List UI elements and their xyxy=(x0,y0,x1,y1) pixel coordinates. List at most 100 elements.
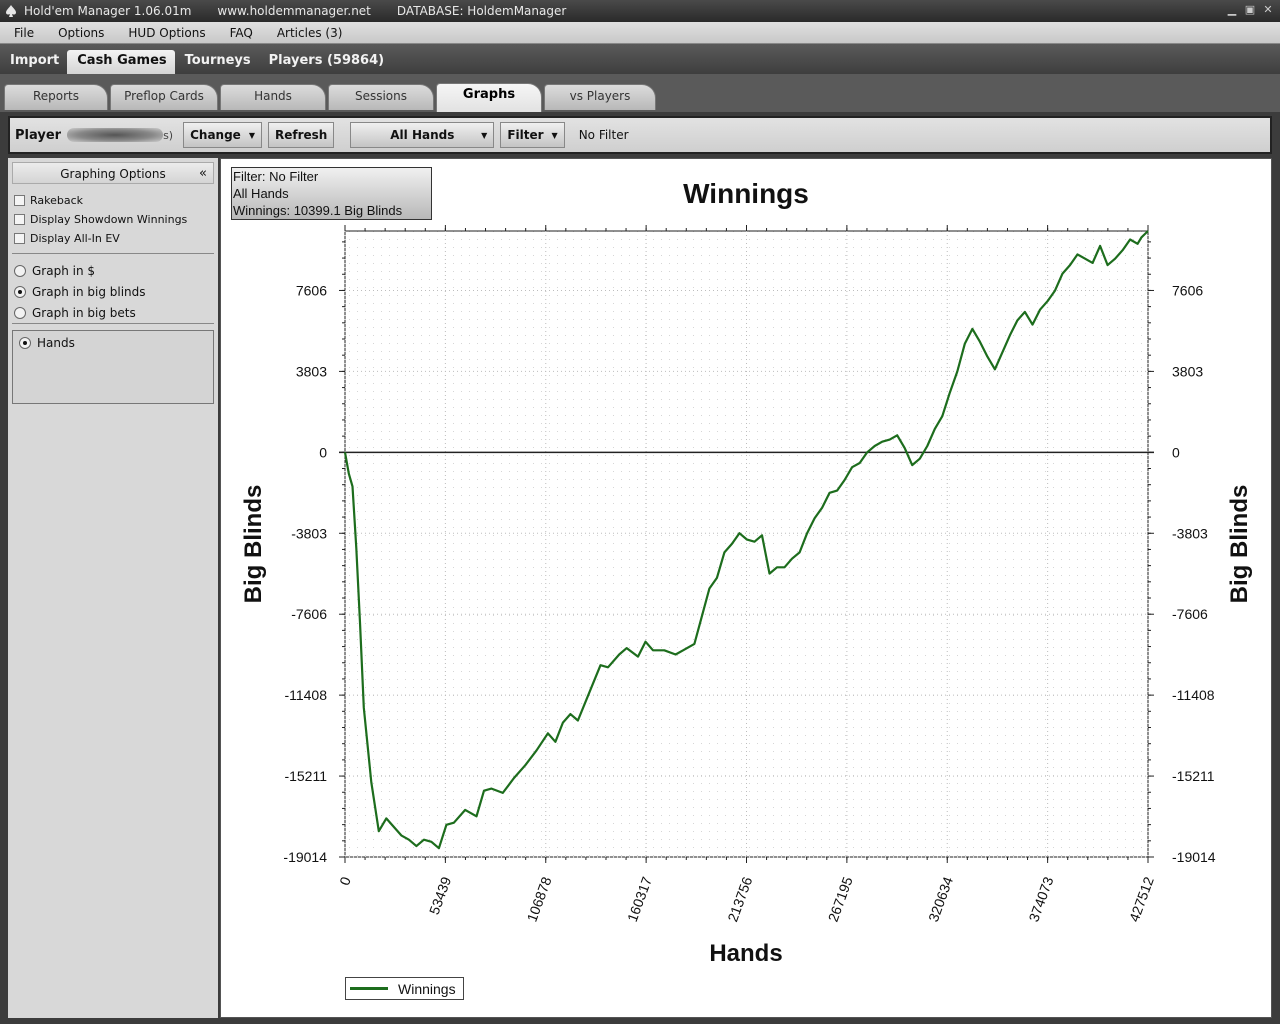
y-axis-label-left: Big Blinds xyxy=(240,485,267,604)
y-tick-label-right: -7606 xyxy=(1172,606,1208,622)
filter-status: No Filter xyxy=(578,128,629,142)
change-player-button[interactable]: Change ▼ xyxy=(183,122,262,148)
winnings-chart: Winnings Hands Big Blinds Big Blinds 760… xyxy=(240,178,1253,967)
y-tick-label-left: 3803 xyxy=(296,363,327,379)
player-name-obscured[interactable] xyxy=(67,128,164,142)
x-tick-label: 267195 xyxy=(825,874,856,924)
y-tick-label-left: 0 xyxy=(319,444,327,460)
database-label: DATABASE: HoldemManager xyxy=(396,4,567,18)
refresh-button-label: Refresh xyxy=(274,128,328,142)
rakeback-checkbox[interactable] xyxy=(14,194,25,206)
sub-tabs: Reports Preflop Cards Hands Sessions Gra… xyxy=(0,74,1280,112)
subtab-vs-players[interactable]: vs Players xyxy=(544,84,656,110)
showdown-winnings-checkbox[interactable] xyxy=(14,213,25,225)
y-tick-label-left: -19014 xyxy=(283,849,327,865)
x-tick-label: 213756 xyxy=(724,874,755,924)
graph-big-blinds-label: Graph in big blinds xyxy=(32,284,146,299)
x-tick-label: 374073 xyxy=(1025,874,1056,924)
hands-axis-option[interactable]: Hands xyxy=(13,334,213,352)
refresh-button[interactable]: Refresh xyxy=(267,122,335,148)
y-tick-label-right: -15211 xyxy=(1172,768,1215,784)
graph-dollars-label: Graph in $ xyxy=(32,263,96,278)
menu-options[interactable]: Options xyxy=(44,26,114,40)
site-url: www.holdemmanager.net xyxy=(217,4,371,18)
menu-file[interactable]: File xyxy=(0,26,44,40)
filter-button-label: Filter xyxy=(507,128,544,142)
y-tick-label-right: -11408 xyxy=(1172,687,1215,703)
x-tick-labels: 0 53439 106878 160317 213756 267195 320634 3740… xyxy=(336,874,1157,924)
hands-select[interactable]: All Hands ▼ xyxy=(350,122,495,148)
y-tick-label-right: -3803 xyxy=(1172,525,1208,541)
graph-big-bets-label: Graph in big bets xyxy=(32,305,136,320)
chevron-down-icon: ▼ xyxy=(551,130,558,140)
x-tick-label: 53439 xyxy=(426,874,454,916)
collapse-icon[interactable]: « xyxy=(199,163,207,185)
winnings-legend-swatch xyxy=(350,987,388,990)
subtab-preflop-cards[interactable]: Preflop Cards xyxy=(110,84,218,110)
graph-dollars-radio[interactable] xyxy=(14,264,26,277)
tab-players[interactable]: Players (59864) xyxy=(259,44,392,74)
menu-faq[interactable]: FAQ xyxy=(216,26,263,40)
hands-axis-radio[interactable] xyxy=(19,337,31,349)
tab-import[interactable]: Import xyxy=(0,44,67,74)
filter-button[interactable]: Filter ▼ xyxy=(500,122,565,148)
player-toolbar: Player s) Change ▼ Refresh All Hands ▼ F… xyxy=(8,116,1272,154)
minimize-icon[interactable]: ▁ xyxy=(1226,3,1238,17)
x-axis-mode-box: Hands xyxy=(12,330,214,404)
graph-big-blinds-radio[interactable] xyxy=(14,285,26,298)
x-axis-label: Hands xyxy=(709,940,782,967)
subtab-hands[interactable]: Hands xyxy=(220,84,326,110)
chart-legend: Winnings xyxy=(345,977,464,1000)
player-label: Player xyxy=(15,127,62,143)
allin-ev-checkbox[interactable] xyxy=(14,232,25,244)
y-tick-label-right: -19014 xyxy=(1172,849,1216,865)
y-tick-label-left: -3803 xyxy=(291,525,327,541)
y-tick-label-right: 3803 xyxy=(1172,363,1203,379)
x-tick-label: 106878 xyxy=(524,874,555,924)
rakeback-checkbox-row[interactable]: Rakeback xyxy=(8,191,218,209)
menu-hud-options[interactable]: HUD Options xyxy=(114,26,215,40)
y-axis-label-right: Big Blinds xyxy=(1226,485,1253,604)
subtab-graphs[interactable]: Graphs xyxy=(436,83,542,112)
graph-panel: Filter: No Filter All Hands Winnings: 10… xyxy=(220,158,1272,1018)
menu-articles[interactable]: Articles (3) xyxy=(263,26,353,40)
graph-dollars-option[interactable]: Graph in $ xyxy=(8,260,218,281)
chart-title: Winnings xyxy=(683,178,809,209)
chevron-down-icon: ▼ xyxy=(248,130,255,140)
graphing-options-title: Graphing Options xyxy=(60,167,166,181)
tab-tourneys[interactable]: Tourneys xyxy=(175,44,259,74)
graph-big-bets-option[interactable]: Graph in big bets xyxy=(8,302,218,323)
x-tick-label: 160317 xyxy=(624,874,655,924)
subtab-sessions[interactable]: Sessions xyxy=(328,84,434,110)
maximize-icon[interactable]: ▣ xyxy=(1244,3,1256,17)
allin-ev-checkbox-row[interactable]: Display All-In EV xyxy=(8,229,218,247)
app-title: Hold'em Manager 1.06.01m xyxy=(24,4,192,18)
x-tick-label: 427512 xyxy=(1126,874,1157,924)
divider xyxy=(12,323,214,324)
x-tick-label: 320634 xyxy=(925,874,956,924)
player-site-suffix: s) xyxy=(163,128,174,142)
main-tabs: Import Cash Games Tourneys Players (5986… xyxy=(0,44,1280,74)
y-tick-label-left: -11408 xyxy=(284,687,327,703)
tab-cash-games[interactable]: Cash Games xyxy=(67,50,175,74)
chevron-down-icon: ▼ xyxy=(481,130,488,140)
y-tick-label-right: 0 xyxy=(1172,444,1180,460)
hands-select-value: All Hands xyxy=(390,128,455,142)
allin-ev-label: Display All-In EV xyxy=(30,231,120,245)
showdown-winnings-label: Display Showdown Winnings xyxy=(30,212,188,226)
graph-big-bets-radio[interactable] xyxy=(14,306,26,319)
menu-bar: File Options HUD Options FAQ Articles (3… xyxy=(0,22,1280,44)
close-icon[interactable]: ✕ xyxy=(1262,3,1274,17)
x-tick-label: 0 xyxy=(336,874,354,887)
title-bar: Hold'em Manager 1.06.01m www.holdemmanag… xyxy=(0,0,1280,22)
showdown-checkbox-row[interactable]: Display Showdown Winnings xyxy=(8,210,218,228)
graphing-options-panel: Graphing Options « Rakeback Display Show… xyxy=(8,158,218,1018)
subtab-reports[interactable]: Reports xyxy=(4,84,108,110)
change-button-label: Change xyxy=(190,128,241,142)
y-tick-label-right: 7606 xyxy=(1172,282,1203,298)
winnings-legend-label: Winnings xyxy=(398,980,456,997)
graph-big-blinds-option[interactable]: Graph in big blinds xyxy=(8,281,218,302)
y-tick-label-left: -15211 xyxy=(284,768,327,784)
rakeback-label: Rakeback xyxy=(30,193,84,207)
divider xyxy=(12,253,214,254)
